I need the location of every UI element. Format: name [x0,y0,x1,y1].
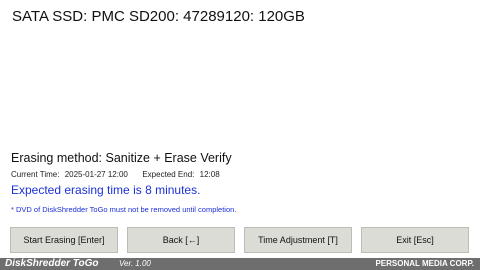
brand-logo: DiskShredder ToGo [5,258,99,269]
company-name: PERSONAL MEDIA CORP. [375,259,474,268]
version-text: Ver. 1.00 [119,259,151,268]
start-erasing-button[interactable]: Start Erasing [Enter] [10,227,118,253]
current-time-label: Current Time: [11,170,60,179]
screen: SATA SSD: PMC SD200: 47289120: 120GB Era… [0,0,480,270]
erasing-method-text: Erasing method: Sanitize + Erase Verify [11,151,232,165]
footer-bar: DiskShredder ToGo Ver. 1.00 PERSONAL MED… [0,258,480,270]
warning-text: * DVD of DiskShredder ToGo must not be r… [11,205,237,214]
device-title: SATA SSD: PMC SD200: 47289120: 120GB [12,8,305,25]
expected-end-label: Expected End: [142,170,195,179]
time-adjustment-button[interactable]: Time Adjustment [T] [244,227,352,253]
expected-end-value: 12:08 [199,170,220,179]
back-button[interactable]: Back [←] [127,227,235,253]
time-info-line: Current Time: 2025-01-27 12:00 Expected … [11,170,223,179]
current-time-value: 2025-01-27 12:00 [64,170,128,179]
expected-time-text: Expected erasing time is 8 minutes. [11,183,201,197]
exit-button[interactable]: Exit [Esc] [361,227,469,253]
